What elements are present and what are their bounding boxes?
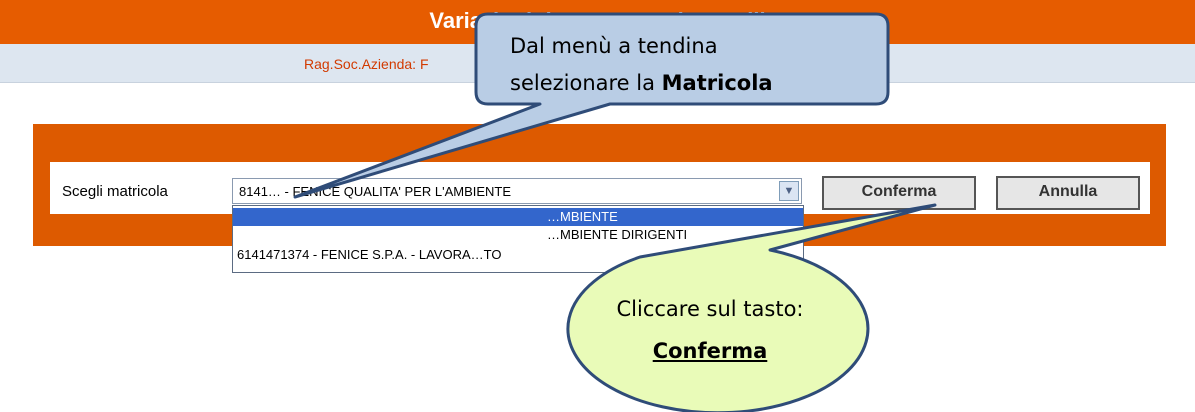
callout-bottom-text: Cliccare sul tasto: Conferma (616, 297, 804, 363)
callout-top-text: Dal menù a tendina selezionare la Matric… (510, 34, 773, 95)
